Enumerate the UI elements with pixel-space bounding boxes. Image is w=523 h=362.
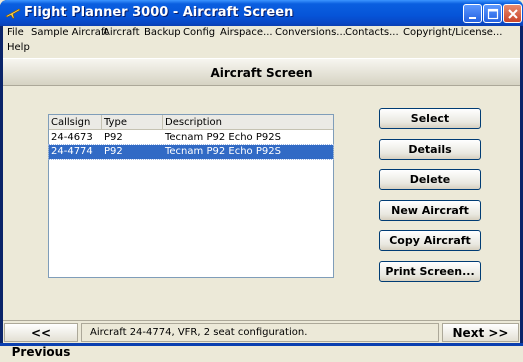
title-bar[interactable]: Flight Planner 3000 - Aircraft Screen — [0, 0, 523, 26]
aircraft-list[interactable]: Callsign Type Description 24-4673 P92 Te… — [48, 114, 334, 278]
menu-bar: File Sample Aircraft Aircraft Backup Con… — [3, 26, 520, 56]
cell-description: Tecnam P92 Echo P92S — [165, 132, 281, 143]
cell-callsign: 24-4774 — [51, 146, 93, 157]
main-panel: Callsign Type Description 24-4673 P92 Te… — [3, 88, 520, 320]
column-header-callsign[interactable]: Callsign — [49, 115, 102, 130]
menu-config[interactable]: Config — [183, 27, 215, 38]
page-title: Aircraft Screen — [210, 66, 313, 80]
status-bar: << Previous Aircraft 24-4774, VFR, 2 sea… — [3, 320, 520, 359]
details-button[interactable]: Details — [379, 139, 481, 160]
previous-button[interactable]: << Previous — [4, 323, 78, 359]
screen-header: Aircraft Screen — [3, 58, 520, 86]
maximize-button[interactable] — [483, 4, 502, 23]
menu-copyright-license[interactable]: Copyright/License... — [403, 27, 502, 38]
menu-airspace[interactable]: Airspace... — [220, 27, 273, 38]
status-message: Aircraft 24-4774, VFR, 2 seat configurat… — [81, 323, 439, 342]
select-button[interactable]: Select — [379, 108, 481, 129]
new-aircraft-button[interactable]: New Aircraft — [379, 200, 481, 221]
menu-conversions[interactable]: Conversions... — [275, 27, 346, 38]
menu-file[interactable]: File — [7, 27, 24, 38]
cell-description: Tecnam P92 Echo P92S — [165, 146, 281, 157]
menu-contacts[interactable]: Contacts... — [345, 27, 399, 38]
column-header-type[interactable]: Type — [102, 115, 163, 130]
table-row[interactable]: 24-4673 P92 Tecnam P92 Echo P92S — [49, 131, 333, 145]
menu-backup[interactable]: Backup — [144, 27, 181, 38]
cell-type: P92 — [104, 146, 123, 157]
minimize-button[interactable] — [463, 4, 482, 23]
column-header-description[interactable]: Description — [163, 115, 333, 130]
cell-callsign: 24-4673 — [51, 132, 93, 143]
menu-help[interactable]: Help — [7, 42, 30, 53]
menu-sample-aircraft[interactable]: Sample Aircraft — [31, 27, 108, 38]
print-screen-button[interactable]: Print Screen... — [379, 261, 481, 282]
menu-aircraft[interactable]: Aircraft — [103, 27, 140, 38]
close-button[interactable] — [503, 4, 522, 23]
cell-type: P92 — [104, 132, 123, 143]
next-button[interactable]: Next >> — [442, 323, 519, 342]
table-row-selected[interactable]: 24-4774 P92 Tecnam P92 Echo P92S — [48, 144, 334, 160]
delete-button[interactable]: Delete — [379, 169, 481, 190]
window-title: Flight Planner 3000 - Aircraft Screen — [24, 5, 294, 20]
copy-aircraft-button[interactable]: Copy Aircraft — [379, 230, 481, 251]
list-header: Callsign Type Description — [49, 115, 333, 130]
client-area: File Sample Aircraft Aircraft Backup Con… — [3, 26, 520, 359]
airplane-icon — [5, 6, 21, 20]
app-window: Flight Planner 3000 - Aircraft Screen Fi… — [0, 0, 523, 359]
